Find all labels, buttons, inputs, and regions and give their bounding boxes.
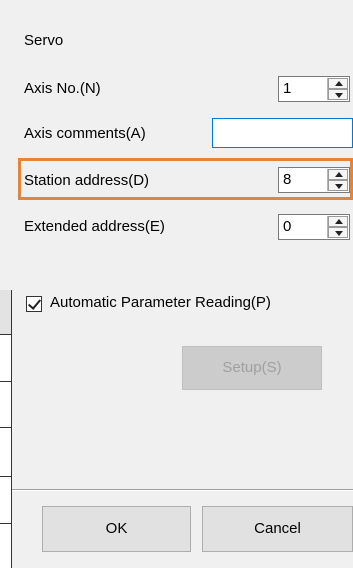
parent-table-row-line <box>0 523 11 524</box>
axis-no-value: 1 <box>283 80 292 97</box>
servo-settings-dialog: Servo Axis No.(N) 1 Axis comments(A) Sta… <box>12 0 353 568</box>
extended-address-value: 0 <box>283 218 292 235</box>
cancel-button[interactable]: Cancel <box>202 506 353 552</box>
axis-no-label: Axis No.(N) <box>24 80 101 97</box>
spin-down-icon[interactable] <box>328 89 348 100</box>
extended-address-spinbox[interactable]: 0 <box>278 214 350 240</box>
setup-button[interactable]: Setup(S) <box>182 346 322 390</box>
station-address-label: Station address(D) <box>24 172 150 189</box>
parent-table-row-line <box>0 427 11 428</box>
parent-table-edge <box>0 290 12 568</box>
axis-comments-label: Axis comments(A) <box>24 125 146 142</box>
parent-table-row-line <box>0 476 11 477</box>
axis-no-spin-buttons <box>327 78 348 100</box>
parent-table-row-line <box>0 381 11 382</box>
spin-up-icon[interactable] <box>328 78 348 89</box>
auto-param-label[interactable]: Automatic Parameter Reading(P) <box>50 294 271 311</box>
station-address-spin-buttons <box>327 169 348 191</box>
spin-up-icon[interactable] <box>328 216 348 227</box>
spin-up-icon[interactable] <box>328 169 348 180</box>
section-title: Servo <box>24 32 64 49</box>
parent-table-header <box>0 290 11 335</box>
extended-address-spin-buttons <box>327 216 348 238</box>
extended-address-label: Extended address(E) <box>24 218 165 235</box>
spin-down-icon[interactable] <box>328 180 348 191</box>
station-address-spinbox[interactable]: 8 <box>278 167 350 193</box>
spin-down-icon[interactable] <box>328 227 348 238</box>
axis-comments-input[interactable] <box>212 118 353 148</box>
auto-param-checkbox[interactable] <box>26 296 42 312</box>
station-address-value: 8 <box>283 171 292 188</box>
ok-button[interactable]: OK <box>42 506 191 552</box>
axis-no-spinbox[interactable]: 1 <box>278 76 350 102</box>
divider <box>12 489 353 491</box>
